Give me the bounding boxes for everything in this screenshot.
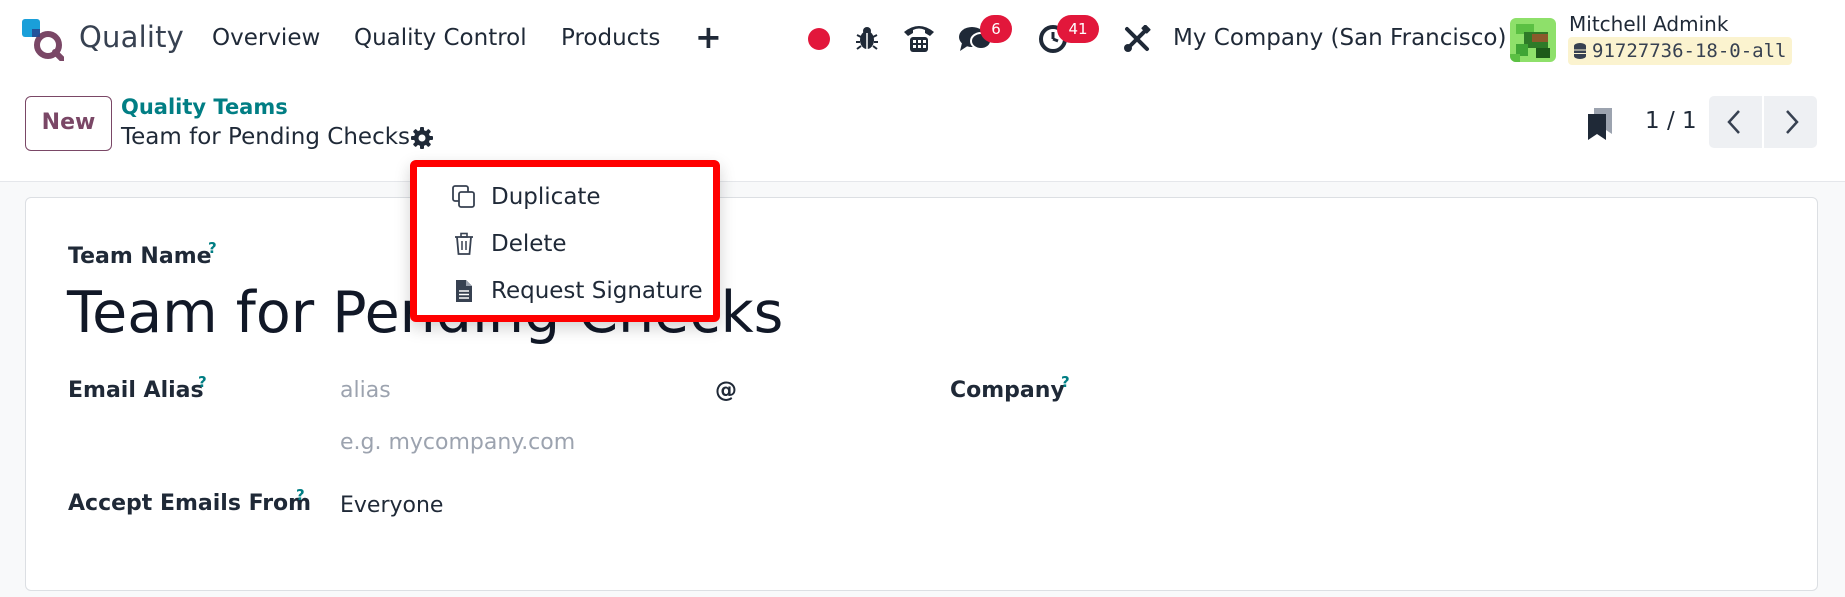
nav-products[interactable]: Products <box>561 25 660 51</box>
database-badge: 91727736-18-0-all <box>1568 37 1793 65</box>
chevron-left-icon <box>1727 110 1740 134</box>
form-sheet <box>25 197 1818 591</box>
team-name-label: Team Name <box>68 244 212 269</box>
menu-item-duplicate[interactable]: Duplicate <box>417 175 713 219</box>
menu-item-delete[interactable]: Delete <box>417 222 713 266</box>
nav-add-button[interactable]: + <box>695 18 722 56</box>
quality-app-logo[interactable] <box>22 19 65 62</box>
bookmark-icon[interactable] <box>1588 108 1612 140</box>
breadcrumb-quality-teams[interactable]: Quality Teams <box>121 95 288 119</box>
actions-dropdown-menu: Duplicate Delete Request Signature <box>410 160 720 322</box>
menu-item-label: Duplicate <box>491 184 601 210</box>
record-icon[interactable] <box>808 28 830 50</box>
top-navbar: Quality Overview Quality Control Product… <box>0 0 1845 78</box>
pager-counter[interactable]: 1 / 1 <box>1645 108 1697 134</box>
accept-emails-label: Accept Emails From <box>68 491 312 516</box>
accept-emails-help[interactable]: ? <box>296 486 305 504</box>
email-alias-label: Email Alias <box>68 378 204 403</box>
chat-count-badge: 6 <box>980 15 1012 43</box>
chevron-right-icon <box>1786 110 1799 134</box>
new-button[interactable]: New <box>25 96 112 151</box>
gear-icon[interactable] <box>410 126 434 150</box>
menu-item-label: Delete <box>491 231 567 257</box>
alias-domain-input[interactable]: e.g. mycompany.com <box>340 430 575 455</box>
menu-item-label: Request Signature <box>491 278 703 304</box>
document-icon <box>452 279 476 303</box>
phone-icon[interactable] <box>902 22 936 54</box>
nav-overview[interactable]: Overview <box>212 25 320 51</box>
database-name: 91727736-18-0-all <box>1592 40 1787 62</box>
team-name-help[interactable]: ? <box>208 239 217 257</box>
avatar[interactable] <box>1510 18 1556 62</box>
nav-quality-control[interactable]: Quality Control <box>354 25 527 51</box>
breadcrumb-current-record: Team for Pending Checks <box>121 124 411 150</box>
pager-previous-button[interactable] <box>1709 96 1762 148</box>
email-alias-help[interactable]: ? <box>198 373 207 391</box>
company-switcher[interactable]: My Company (San Francisco) <box>1173 25 1506 51</box>
alias-at-sign: @ <box>715 378 737 403</box>
trash-icon <box>452 232 476 256</box>
database-icon <box>1574 39 1586 59</box>
app-name[interactable]: Quality <box>79 20 184 54</box>
menu-item-request-signature[interactable]: Request Signature <box>417 269 713 313</box>
company-label: Company <box>950 378 1065 403</box>
copy-icon <box>452 185 476 209</box>
accept-emails-select[interactable]: Everyone <box>340 493 443 518</box>
company-help[interactable]: ? <box>1061 373 1070 391</box>
bug-icon[interactable] <box>855 25 879 51</box>
activity-count-badge: 41 <box>1057 15 1099 43</box>
alias-input[interactable]: alias <box>340 378 391 403</box>
pager-next-button[interactable] <box>1764 96 1817 148</box>
tools-icon[interactable] <box>1123 24 1151 53</box>
user-name[interactable]: Mitchell Admink <box>1569 12 1728 36</box>
